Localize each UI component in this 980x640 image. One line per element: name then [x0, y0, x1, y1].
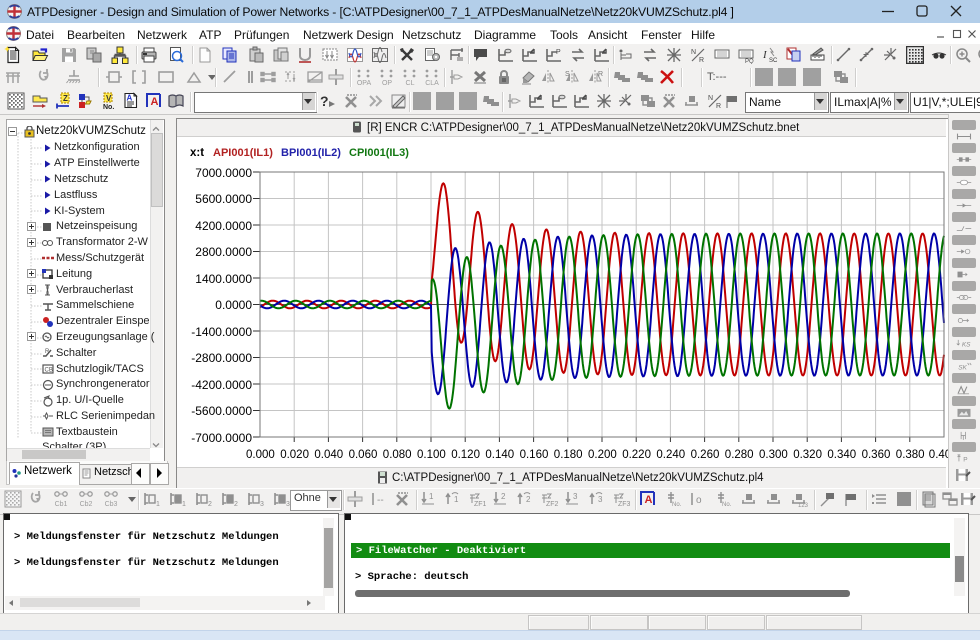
svg-text:Cb1: Cb1	[55, 501, 68, 508]
svg-text:Cb3: Cb3	[105, 501, 118, 508]
svg-text:1234: 1234	[798, 503, 808, 508]
svg-text:o: o	[696, 495, 702, 506]
svg-text:1: 1	[182, 501, 186, 508]
svg-text:1: 1	[454, 495, 459, 504]
svg-text:3: 3	[573, 492, 578, 501]
svg-text:No.: No.	[672, 502, 682, 508]
svg-text:A: A	[645, 494, 653, 506]
svg-text:P: P	[963, 456, 967, 463]
svg-text:2: 2	[234, 501, 238, 508]
svg-text:1: 1	[156, 501, 160, 508]
svg-text:--: --	[377, 495, 384, 506]
svg-text:2: 2	[526, 495, 531, 504]
svg-text:Cb2: Cb2	[80, 501, 93, 508]
svg-text:ZF3: ZF3	[618, 501, 630, 508]
svg-text:3: 3	[598, 495, 603, 504]
svg-text:2: 2	[501, 492, 506, 501]
svg-text:3: 3	[260, 501, 264, 508]
svg-text:ZF2: ZF2	[546, 501, 558, 508]
svg-text:SK: SK	[958, 364, 967, 371]
svg-text:1: 1	[429, 492, 434, 501]
svg-text:2: 2	[208, 501, 212, 508]
svg-text:ZF1: ZF1	[474, 501, 486, 508]
svg-text:No.: No.	[722, 502, 732, 508]
svg-text:KS: KS	[962, 341, 971, 348]
